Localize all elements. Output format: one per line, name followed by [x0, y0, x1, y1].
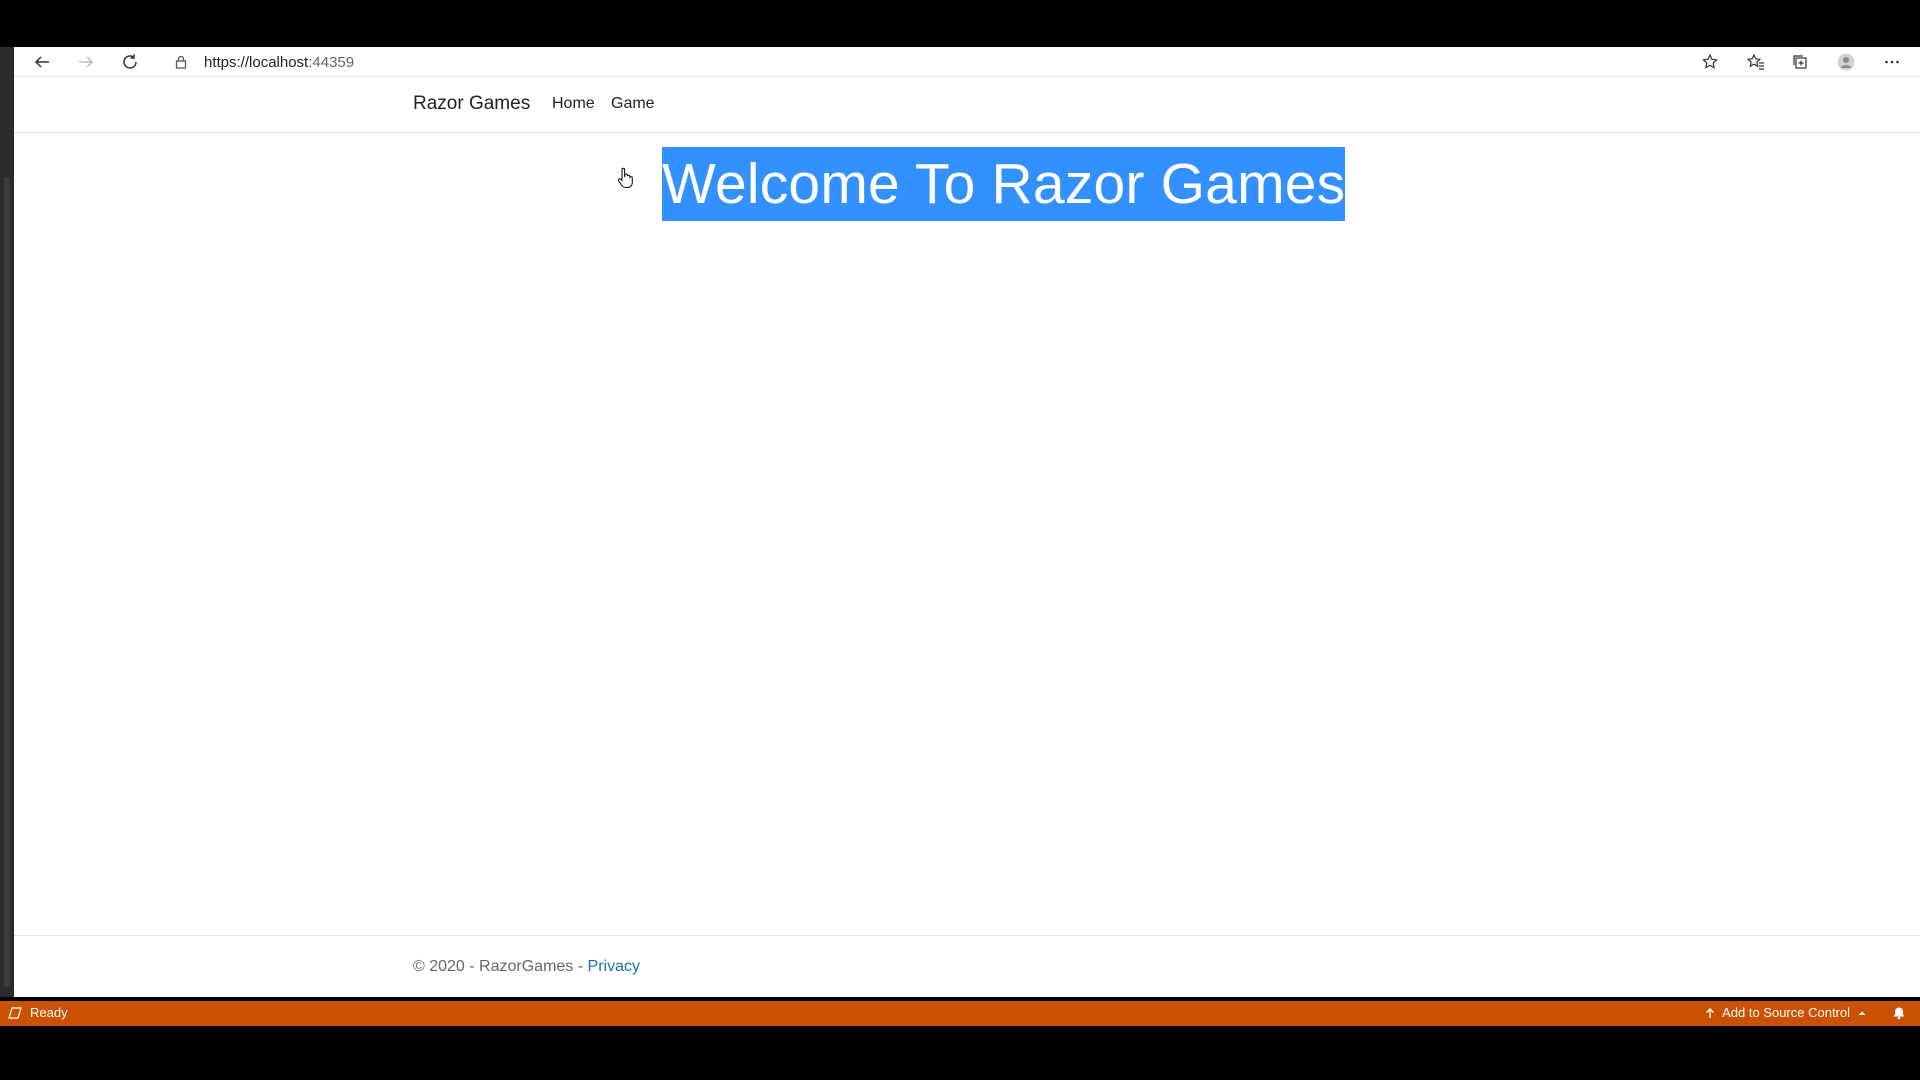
browser-window: https://localhost:44359 Razor Games Home…: [14, 47, 1920, 997]
favorites-icon: [1747, 53, 1764, 70]
site-navbar: Razor Games Home Game: [14, 77, 1920, 133]
url-host: https://localhost: [204, 53, 309, 71]
more-button[interactable]: [1880, 51, 1904, 73]
collections-icon: [1793, 55, 1807, 69]
profile-button[interactable]: [1834, 51, 1858, 73]
arrow-right-icon: [79, 56, 94, 68]
address-bar[interactable]: https://localhost:44359: [162, 49, 1732, 75]
back-button[interactable]: [26, 50, 58, 74]
source-control-label: Add to Source Control: [1722, 1005, 1850, 1020]
status-ready: Ready: [8, 1005, 68, 1020]
url-text: https://localhost:44359: [204, 54, 354, 71]
avatar-icon: [1837, 53, 1855, 71]
url-port: :44359: [308, 53, 355, 71]
ide-status-bar: Ready Add to Source Control: [0, 1001, 1920, 1026]
add-favorite-button[interactable]: [1698, 51, 1722, 73]
forward-button[interactable]: [70, 50, 102, 74]
favorites-button[interactable]: [1744, 51, 1768, 73]
browser-toolbar: https://localhost:44359: [14, 47, 1920, 77]
nav-link-home[interactable]: Home: [552, 95, 595, 113]
left-gutter: [0, 47, 14, 997]
reload-icon: [123, 54, 137, 69]
footer: © 2020 - RazorGames - Privacy: [413, 958, 640, 976]
footer-divider: [14, 935, 1920, 936]
lock-icon: [175, 55, 187, 69]
bell-icon[interactable]: [1892, 1006, 1906, 1020]
hand-cursor-icon: [617, 167, 633, 188]
more-horizontal-icon: [1885, 60, 1899, 64]
arrow-left-icon: [34, 56, 49, 68]
caret-up-icon: [1858, 1011, 1866, 1015]
taskbar-area: [0, 1026, 1920, 1080]
reload-button[interactable]: [114, 50, 146, 74]
privacy-link[interactable]: Privacy: [588, 958, 640, 975]
page-title: Welcome To Razor Games: [662, 147, 1346, 221]
arrow-up-icon: [1706, 1007, 1715, 1018]
collections-button[interactable]: [1788, 51, 1812, 73]
add-to-source-control-button[interactable]: Add to Source Control: [1704, 1005, 1868, 1020]
gutter-bar: [4, 177, 10, 987]
nav-link-game[interactable]: Game: [611, 95, 655, 113]
status-icon: [8, 1006, 22, 1019]
status-text: Ready: [30, 1005, 68, 1020]
brand-link[interactable]: Razor Games: [413, 93, 530, 115]
star-add-icon: [1702, 53, 1718, 69]
screen: https://localhost:44359 Razor Games Home…: [0, 0, 1920, 1080]
footer-copyright: © 2020 - RazorGames -: [413, 958, 588, 975]
